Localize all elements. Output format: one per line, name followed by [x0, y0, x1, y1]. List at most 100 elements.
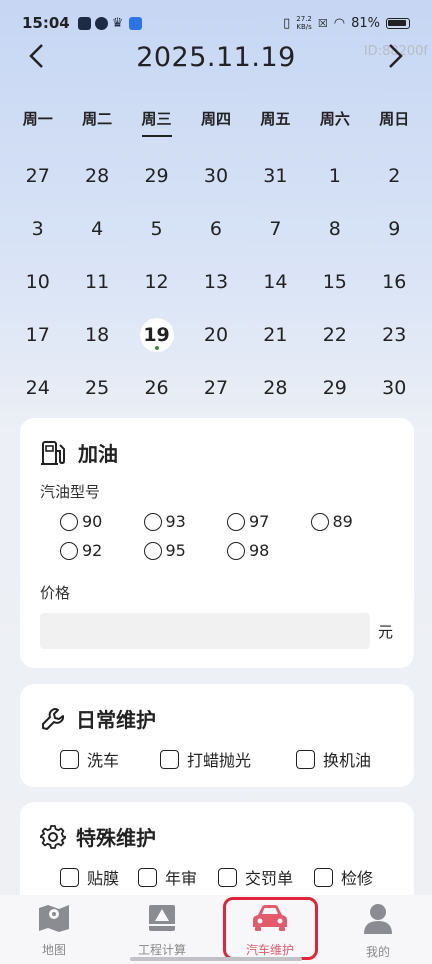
fuel-option-92[interactable]: 92	[60, 541, 144, 560]
calendar-day[interactable]: 8	[305, 218, 364, 240]
checkbox-car-wash[interactable]: 洗车	[60, 747, 160, 771]
calendar-day[interactable]: 31	[246, 165, 305, 187]
weekday-sun: 周日	[379, 110, 410, 128]
tab-mine[interactable]: 我的	[324, 895, 432, 964]
calendar-day[interactable]: 20	[186, 324, 245, 346]
calendar-day[interactable]: 4	[67, 218, 126, 240]
calendar-week: 17 18 19 20 21 22 23	[8, 308, 424, 361]
calendar-day-selected[interactable]: 19	[127, 317, 186, 352]
vibrate-icon: ▯	[283, 15, 291, 31]
radio-circle[interactable]	[310, 512, 329, 531]
wrench-icon	[40, 706, 66, 732]
radio-circle[interactable]	[60, 541, 78, 560]
calendar-day[interactable]: 27	[8, 165, 67, 187]
daily-options: 洗车 打蜡抛光 换机油	[40, 747, 394, 771]
calendar-day[interactable]: 27	[186, 377, 245, 399]
calendar-day[interactable]: 2	[365, 165, 424, 187]
calendar-day[interactable]: 25	[67, 377, 126, 399]
calendar-week: 10 11 12 13 14 15 16	[8, 256, 424, 309]
calendar-day[interactable]: 29	[127, 165, 186, 187]
radio-circle[interactable]	[227, 541, 245, 560]
network-speed: 27.2 KB/s	[296, 15, 312, 31]
calendar-week: 27 28 29 30 31 1 2	[8, 150, 424, 203]
fuel-option-95[interactable]: 95	[143, 541, 228, 560]
tab-engineering-calc[interactable]: 工程计算	[108, 895, 216, 964]
checkbox-fine[interactable]: 交罚单	[218, 865, 314, 889]
weekday-fri: 周五	[260, 110, 291, 128]
weekday-thu: 周四	[200, 110, 231, 128]
checkbox-waxing[interactable]: 打蜡抛光	[160, 747, 296, 771]
fuel-pump-icon	[40, 439, 68, 467]
fuel-option-89[interactable]: 89	[310, 512, 395, 531]
daily-maintenance-card: 日常维护 洗车 打蜡抛光 换机油	[20, 684, 414, 787]
calendar-day[interactable]: 29	[305, 377, 364, 399]
radio-circle[interactable]	[227, 512, 245, 531]
home-indicator[interactable]	[130, 957, 302, 961]
checkbox-box[interactable]	[60, 867, 79, 887]
calendar-day[interactable]: 1	[305, 165, 364, 187]
calendar-day[interactable]: 7	[246, 218, 305, 240]
calendar-day[interactable]: 17	[8, 324, 67, 346]
calendar-day[interactable]: 28	[67, 165, 126, 187]
checkbox-box[interactable]	[60, 749, 79, 769]
gear-icon	[40, 824, 66, 850]
calendar-day[interactable]: 21	[246, 324, 305, 346]
battery-icon	[386, 17, 410, 29]
weekday-header: 周一 周二 周三 周四 周五 周六 周日	[8, 108, 424, 137]
calendar-day[interactable]: 9	[365, 218, 424, 240]
fuel-option-98[interactable]: 98	[227, 541, 311, 560]
price-row: 元	[40, 613, 394, 649]
calendar-day[interactable]: 11	[67, 271, 126, 293]
checkbox-box[interactable]	[296, 749, 315, 769]
tab-car-maintenance[interactable]: 汽车维护	[216, 895, 324, 964]
calendar-day[interactable]: 30	[186, 165, 245, 187]
highlight-frame	[223, 897, 318, 960]
calendar-day[interactable]: 16	[365, 271, 424, 293]
video-app-icon	[77, 16, 91, 30]
calendar-day[interactable]: 15	[305, 271, 364, 293]
no-sim-icon: ☒	[317, 16, 328, 30]
calendar-day[interactable]: 30	[365, 377, 424, 399]
tab-map-label: 地图	[41, 943, 66, 957]
status-time: 15:04	[22, 14, 70, 32]
checkbox-oil-change[interactable]: 换机油	[296, 747, 371, 771]
calendar-day[interactable]: 22	[305, 324, 364, 346]
tab-map[interactable]: 地图	[0, 895, 108, 964]
calendar-day[interactable]: 13	[186, 271, 245, 293]
daily-maintenance-title-label: 日常维护	[76, 708, 156, 732]
checkbox-box[interactable]	[160, 749, 179, 769]
checkbox-film[interactable]: 贴膜	[60, 865, 138, 889]
weekday-sat: 周六	[319, 110, 350, 128]
calendar-day[interactable]: 24	[8, 377, 67, 399]
refuel-title-label: 加油	[78, 442, 118, 466]
checkbox-box[interactable]	[218, 867, 237, 887]
checkbox-box[interactable]	[314, 867, 333, 887]
refuel-title: 加油	[40, 438, 394, 467]
next-day-chevron-icon[interactable]	[386, 42, 404, 77]
fuel-option-97[interactable]: 97	[227, 512, 311, 531]
checkbox-box[interactable]	[138, 867, 157, 887]
fuel-option-93[interactable]: 93	[143, 512, 228, 531]
crown-icon: ♛	[111, 15, 124, 31]
price-input[interactable]	[40, 613, 370, 649]
calendar-day[interactable]: 14	[246, 271, 305, 293]
radio-circle[interactable]	[143, 512, 162, 531]
calendar-day[interactable]: 3	[8, 218, 67, 240]
tab-engineering-calc-label: 工程计算	[137, 943, 186, 957]
calendar-day[interactable]: 5	[127, 218, 186, 240]
calendar-day[interactable]: 10	[8, 271, 67, 293]
radio-circle[interactable]	[143, 541, 162, 560]
special-maintenance-title-label: 特殊维护	[76, 826, 156, 850]
fuel-option-90[interactable]: 90	[60, 512, 144, 531]
calendar-week: 24 25 26 27 28 29 30	[8, 361, 424, 414]
radio-circle[interactable]	[60, 512, 78, 531]
calendar-day[interactable]: 26	[127, 377, 186, 399]
checkbox-repair[interactable]: 检修	[314, 865, 373, 889]
checkbox-annual-inspection[interactable]: 年审	[138, 865, 218, 889]
calendar-day[interactable]: 6	[186, 218, 245, 240]
calendar-day[interactable]: 28	[246, 377, 305, 399]
calendar-day[interactable]: 12	[127, 271, 186, 293]
calendar-day[interactable]: 18	[67, 324, 126, 346]
calendar-day[interactable]: 23	[365, 324, 424, 346]
daily-maintenance-title: 日常维护	[40, 704, 394, 733]
